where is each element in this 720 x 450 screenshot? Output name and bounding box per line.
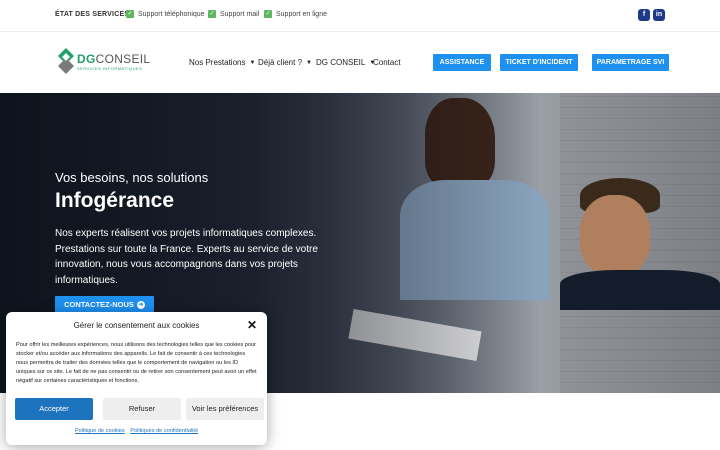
hero-subtitle: Vos besoins, nos solutions [55, 170, 209, 185]
contact-us-button[interactable]: CONTACTEZ-NOUS ➜ [55, 296, 154, 313]
linkedin-icon[interactable]: in [653, 9, 665, 21]
nav-prestations[interactable]: Nos Prestations ▼ [189, 58, 255, 67]
status-title: ÉTAT DES SERVICES : [55, 11, 134, 18]
logo-text[interactable]: DGCONSEIL [77, 52, 150, 66]
status-label: Support mail [220, 10, 260, 18]
status-label: Support téléphonique [138, 10, 205, 18]
chevron-down-icon: ▼ [249, 59, 256, 66]
refuse-button[interactable]: Refuser [103, 398, 181, 420]
check-icon: ✓ [126, 10, 134, 18]
nav-contact[interactable]: Contact [373, 58, 401, 67]
modal-links: Politique de cookies Politiques de confi… [6, 428, 267, 434]
nav-deja-client[interactable]: Déjà client ? ▼ [258, 58, 312, 67]
check-icon: ✓ [208, 10, 216, 18]
hero-description: Nos experts réalisent vos projets inform… [55, 228, 318, 286]
cookie-consent-modal: Gérer le consentement aux cookies ✕ Pour… [6, 312, 267, 445]
arrow-right-icon: ➜ [136, 301, 145, 310]
parametrage-svi-button[interactable]: PARAMETRAGE SVI [592, 54, 669, 71]
hero-title: Infogérance [55, 189, 175, 212]
close-icon[interactable]: ✕ [247, 318, 257, 332]
page: ÉTAT DES SERVICES : ✓ Support téléphoniq… [0, 0, 720, 450]
status-mail: ✓ Support mail [208, 10, 259, 18]
nav-dg-conseil[interactable]: DG CONSEIL ▼ [316, 58, 375, 67]
accept-button[interactable]: Accepter [15, 398, 93, 420]
preferences-button[interactable]: Voir les préférences [186, 398, 264, 420]
logo-tagline: SERVICES INFORMATIQUES [77, 66, 143, 71]
cookie-policy-link[interactable]: Politique de cookies [75, 428, 125, 434]
privacy-policy-link[interactable]: Politiques de confidentialité [130, 428, 198, 434]
assistance-button[interactable]: ASSISTANCE [433, 54, 491, 71]
ticket-incident-button[interactable]: TICKET D'INCIDENT [500, 54, 578, 71]
facebook-icon[interactable]: f [638, 9, 650, 21]
status-bar: ÉTAT DES SERVICES : ✓ Support téléphoniq… [0, 0, 720, 32]
status-label: Support en ligne [276, 10, 327, 18]
status-online: ✓ Support en ligne [264, 10, 327, 18]
contact-us-label: CONTACTEZ-NOUS [64, 300, 134, 309]
logo-icon[interactable] [58, 48, 74, 76]
chevron-down-icon: ▼ [306, 59, 312, 66]
check-icon: ✓ [264, 10, 272, 18]
modal-title: Gérer le consentement aux cookies [73, 321, 200, 330]
status-phone: ✓ Support téléphonique [126, 10, 205, 18]
modal-body-text: Pour offrir les meilleures expériences, … [16, 342, 257, 384]
